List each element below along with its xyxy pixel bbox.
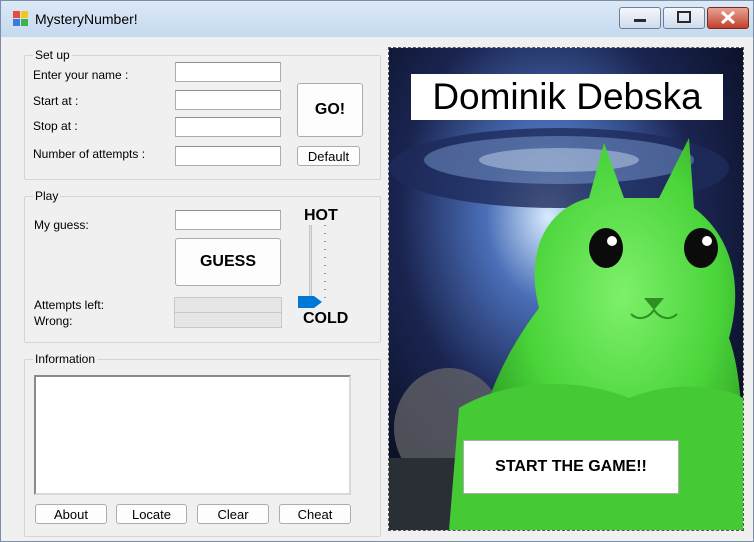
name-label: Enter your name : (33, 68, 129, 82)
start-game-button[interactable]: START THE GAME!! (463, 440, 679, 494)
app-icon (13, 11, 29, 27)
cold-label: COLD (303, 310, 349, 327)
go-button[interactable]: GO! (297, 83, 363, 137)
guess-button[interactable]: GUESS (175, 238, 281, 286)
guess-input[interactable] (175, 210, 281, 230)
locate-button[interactable]: Locate (116, 504, 187, 524)
hot-label: HOT (304, 207, 338, 224)
stop-label: Stop at : (33, 119, 78, 133)
title-bar[interactable]: MysteryNumber! (1, 1, 753, 37)
about-button[interactable]: About (35, 504, 107, 524)
attempts-left-label: Attempts left: (34, 298, 105, 312)
information-group-label: Information (33, 352, 98, 366)
temperature-slider-thumb[interactable] (298, 296, 322, 308)
maximize-icon (677, 11, 691, 23)
default-button[interactable]: Default (297, 146, 360, 166)
window-title: MysteryNumber! (35, 11, 138, 27)
temperature-slider-ticks (324, 225, 326, 305)
wrong-field (174, 312, 282, 328)
guess-label: My guess: (34, 218, 89, 232)
attempts-label: Number of attempts : (33, 147, 146, 161)
close-button[interactable] (707, 7, 749, 29)
play-group-label: Play (33, 189, 61, 203)
app-window: MysteryNumber! Set up Enter your name : … (0, 0, 754, 542)
wrong-label: Wrong: (34, 314, 73, 328)
attempts-left-field (174, 297, 282, 313)
name-input[interactable] (175, 62, 281, 82)
start-input[interactable] (175, 90, 281, 110)
temperature-slider-track[interactable] (309, 225, 312, 303)
minimize-icon (634, 19, 646, 22)
cheat-button[interactable]: Cheat (279, 504, 351, 524)
stop-input[interactable] (175, 117, 281, 137)
close-icon (720, 10, 736, 25)
clear-button[interactable]: Clear (197, 504, 269, 524)
setup-group-label: Set up (33, 48, 72, 62)
information-textbox[interactable] (34, 375, 351, 495)
maximize-button[interactable] (663, 7, 705, 29)
player-name-display: Dominik Debska (411, 74, 723, 120)
start-label: Start at : (33, 94, 79, 108)
minimize-button[interactable] (619, 7, 661, 29)
picture-panel: Dominik Debska START THE GAME!! (388, 47, 744, 531)
client-area: Set up Enter your name : Start at : Stop… (9, 37, 746, 537)
attempts-input[interactable] (175, 146, 281, 166)
